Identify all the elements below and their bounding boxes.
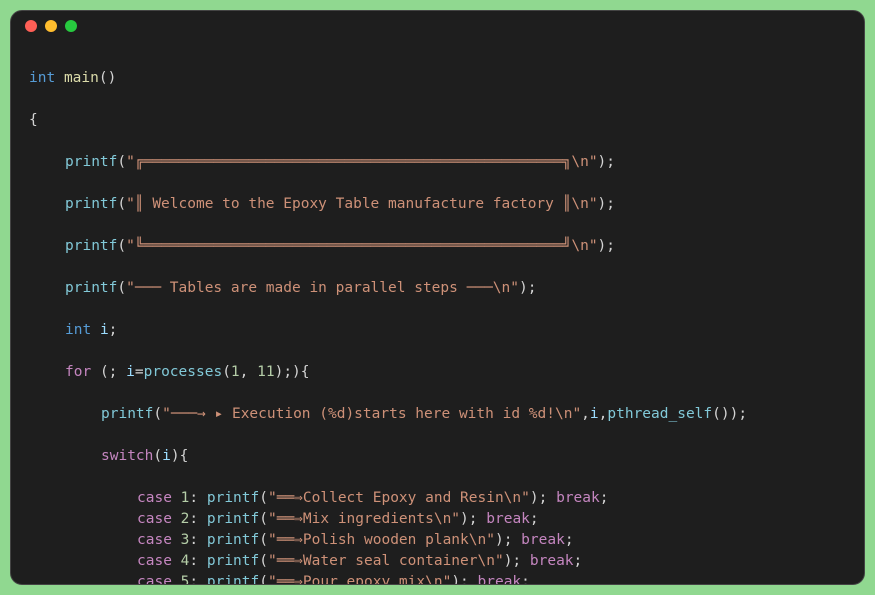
printf-call: printf [65, 154, 117, 170]
minimize-icon[interactable] [45, 20, 57, 32]
printf-call: printf [207, 511, 259, 527]
printf-call: printf [207, 574, 259, 585]
string-literal: ─── Tables are made in parallel steps ──… [135, 280, 510, 296]
for-keyword: for [65, 364, 91, 380]
case-line: case 1: printf("══⇒Collect Epoxy and Res… [29, 488, 846, 509]
zoom-icon[interactable] [65, 20, 77, 32]
code-line: switch(i){ [29, 446, 846, 467]
type-keyword: int [29, 70, 55, 86]
case-keyword: case [137, 574, 172, 585]
case-line: case 3: printf("══⇒Polish wooden plank\n… [29, 530, 846, 551]
case-line: case 4: printf("══⇒Water seal container\… [29, 551, 846, 572]
function-call: processes [144, 364, 223, 380]
code-line: { [29, 110, 846, 131]
code-line: printf("─── Tables are made in parallel … [29, 278, 846, 299]
case-line: case 2: printf("══⇒Mix ingredients\n"); … [29, 509, 846, 530]
case-keyword: case [137, 532, 172, 548]
code-area: int main() { printf("╔══════════════════… [11, 41, 864, 585]
window-titlebar [11, 11, 864, 41]
printf-call: printf [207, 553, 259, 569]
type-keyword: int [65, 322, 91, 338]
case-line: case 5: printf("══⇒Pour epoxy mix\n"); b… [29, 572, 846, 585]
string-literal: "══⇒Water seal container\n" [268, 553, 504, 569]
code-line: printf("║ Welcome to the Epoxy Table man… [29, 194, 846, 215]
function-call: pthread_self [607, 406, 712, 422]
identifier: i [100, 322, 109, 338]
string-literal: "══⇒Polish wooden plank\n" [268, 532, 495, 548]
code-line: int i; [29, 320, 846, 341]
code-line: int main() [29, 68, 846, 89]
break-keyword: break [521, 532, 565, 548]
function-name: main [64, 70, 99, 86]
printf-call: printf [207, 490, 259, 506]
switch-keyword: switch [101, 448, 153, 464]
break-keyword: break [478, 574, 522, 585]
printf-call: printf [207, 532, 259, 548]
break-keyword: break [486, 511, 530, 527]
close-icon[interactable] [25, 20, 37, 32]
string-literal: "══⇒Pour epoxy mix\n" [268, 574, 451, 585]
break-keyword: break [530, 553, 574, 569]
string-literal: "══⇒Mix ingredients\n" [268, 511, 460, 527]
case-keyword: case [137, 490, 172, 506]
string-literal: "══⇒Collect Epoxy and Resin\n" [268, 490, 530, 506]
printf-call: printf [65, 196, 117, 212]
string-literal: ║ Welcome to the Epoxy Table manufacture… [135, 196, 589, 212]
printf-call: printf [65, 280, 117, 296]
case-keyword: case [137, 553, 172, 569]
break-keyword: break [556, 490, 600, 506]
code-line: printf("───→ ▸ Execution (%d)starts here… [29, 404, 846, 425]
code-line: printf("╚═══════════════════════════════… [29, 236, 846, 257]
printf-call: printf [101, 406, 153, 422]
code-line: printf("╔═══════════════════════════════… [29, 152, 846, 173]
terminal-window: int main() { printf("╔══════════════════… [10, 10, 865, 585]
string-literal: ╔═══════════════════════════════════════… [135, 154, 589, 170]
string-literal: ╚═══════════════════════════════════════… [135, 238, 589, 254]
case-keyword: case [137, 511, 172, 527]
code-line: for (; i=processes(1, 11);){ [29, 362, 846, 383]
string-literal: ───→ ▸ Execution (%d)starts here with id… [171, 406, 573, 422]
printf-call: printf [65, 238, 117, 254]
